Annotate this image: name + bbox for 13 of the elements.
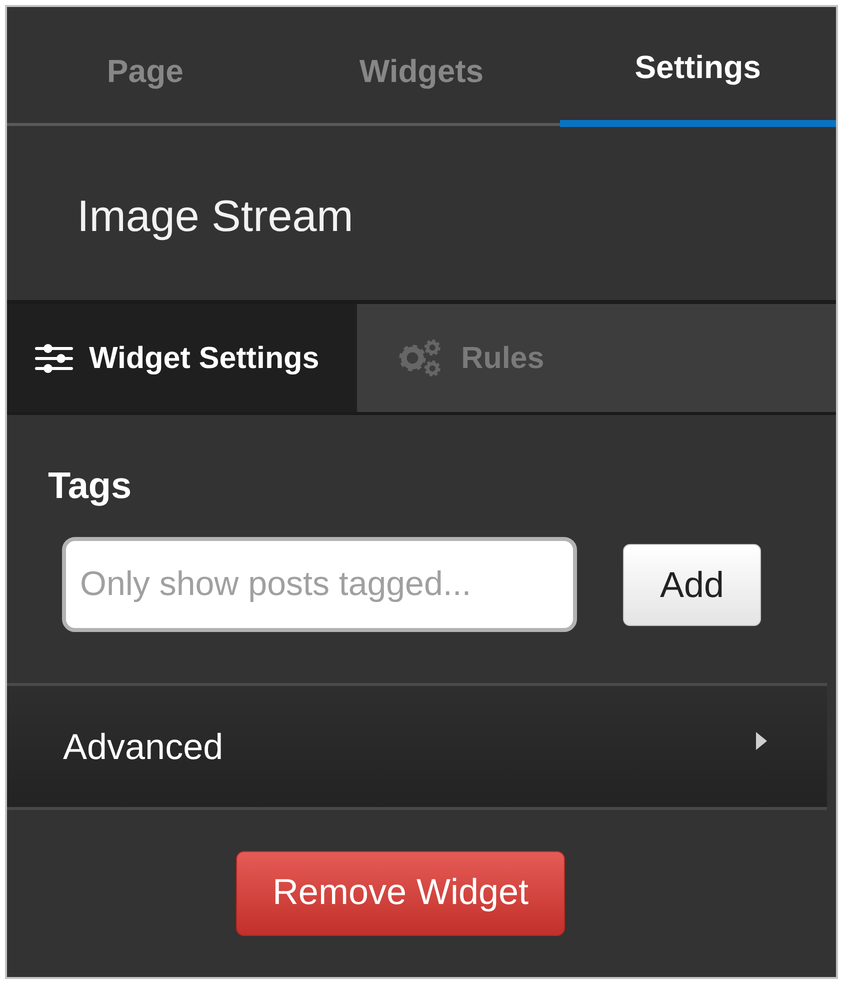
tags-input[interactable]: Only show posts tagged... xyxy=(62,537,577,632)
sliders-icon xyxy=(35,343,73,373)
advanced-label: Advanced xyxy=(63,726,224,768)
remove-widget-button[interactable]: Remove Widget xyxy=(236,851,565,936)
tab[interactable]: Widgets xyxy=(283,7,560,126)
tab[interactable]: Settings xyxy=(560,7,836,127)
subtab[interactable]: Widget Settings xyxy=(7,304,358,412)
tab[interactable]: Page xyxy=(7,7,284,126)
widget-title: Image Stream xyxy=(77,192,354,242)
tags-label: Tags xyxy=(48,465,132,507)
add-button[interactable]: Add xyxy=(623,544,761,626)
gears-icon xyxy=(399,339,444,377)
advanced-section-header[interactable]: Advanced xyxy=(7,686,827,807)
